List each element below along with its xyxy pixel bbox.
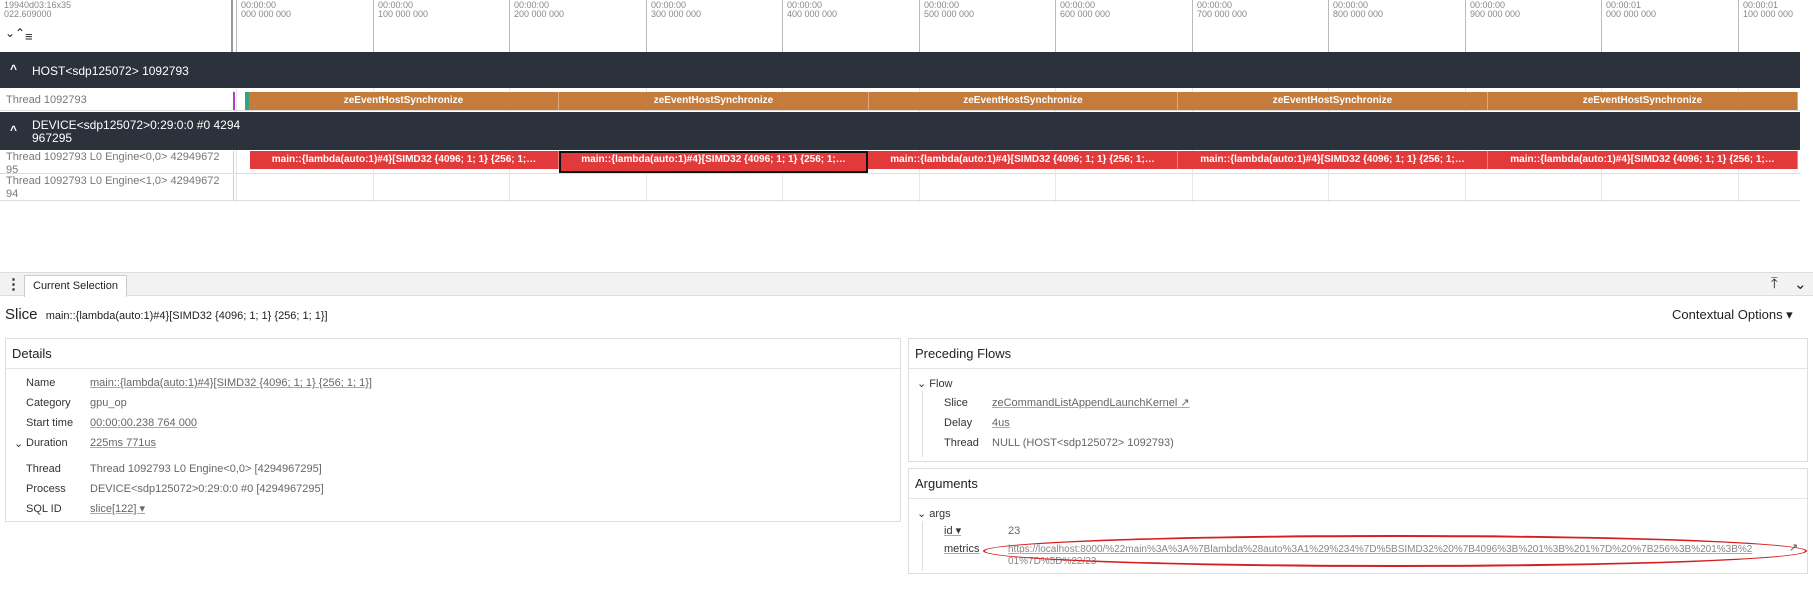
tick-label-ns: 100 000 000 xyxy=(1743,9,1794,19)
preceding-flows-header: Preceding Flows xyxy=(909,339,1807,369)
chevron-down-icon: ⌄ xyxy=(917,378,927,390)
ruler-tick: 00:00:00 800 000 000 xyxy=(1328,0,1383,52)
timeline-ruler[interactable]: 19940d03:16x35 022.609000 00:00:00 000 00… xyxy=(0,0,1813,52)
kebab-menu-icon[interactable]: ⋮ xyxy=(6,275,21,293)
sql-id-dropdown[interactable]: slice[122] ▾ xyxy=(90,503,145,516)
host-thread-name: Thread 1092793 xyxy=(6,94,87,106)
start-time-link[interactable]: 00:00:00.238 764 000 xyxy=(90,417,197,430)
arg-id-value: 23 xyxy=(1008,525,1021,537)
ruler-tick: 00:00:00 600 000 000 xyxy=(1055,0,1110,52)
ruler-tick: 00:00:00 000 000 000 xyxy=(236,0,291,52)
details-card: Details Name main::{lambda(auto:1)#4}[SI… xyxy=(5,338,901,522)
tree-line xyxy=(922,521,923,571)
track-separator xyxy=(233,175,234,200)
contextual-options-button[interactable]: Contextual Options ▾ xyxy=(1672,307,1793,323)
tick-label-ns: 000 000 000 xyxy=(1606,9,1657,19)
filter-icon[interactable]: ≡ xyxy=(25,29,33,44)
tick-label-ns: 600 000 000 xyxy=(1060,9,1111,19)
collapse-all-icon[interactable]: ⌄⌃ xyxy=(5,27,25,39)
chevron-down-icon: ⌄ xyxy=(917,508,927,520)
tick-label-ns: 100 000 000 xyxy=(378,9,429,19)
preceding-flows-card: Preceding Flows ⌄ Flow Slice zeCommandLi… xyxy=(908,338,1808,462)
tab-current-selection[interactable]: Current Selection xyxy=(24,275,127,297)
ruler-tick: 00:00:00 200 000 000 xyxy=(509,0,564,52)
device-group-label-2: 967295 xyxy=(32,131,73,145)
details-panel-bar: ⋮ Current Selection ⤒ ⌄ xyxy=(0,272,1813,297)
ruler-offset-bottom: 022.609000 xyxy=(4,9,52,19)
arg-id-key[interactable]: id ▾ xyxy=(944,525,961,538)
arguments-header: Arguments xyxy=(909,469,1807,499)
ruler-tick: 00:00:01 100 000 000 xyxy=(1738,0,1793,52)
selected-device-slice[interactable]: main::{lambda(auto:1)#4}[SIMD32 {4096; 1… xyxy=(559,151,868,173)
host-group-header[interactable]: ^ HOST<sdp125072> 1092793 xyxy=(0,52,1800,88)
host-slice[interactable]: zeEventHostSynchronize xyxy=(1488,92,1798,110)
duration-link[interactable]: 225ms 771us xyxy=(90,437,156,450)
metrics-url-continued: 01%7D%5D%22/23 xyxy=(1008,556,1097,567)
host-slice[interactable]: zeEventHostSynchronize xyxy=(869,92,1178,110)
device-group-header[interactable]: ^ DEVICE<sdp125072>0:29:0:0 #0 4294 9672… xyxy=(0,112,1800,150)
tree-line xyxy=(922,391,923,457)
arguments-card: Arguments ⌄ args id ▾ 23 metrics https:/… xyxy=(908,468,1808,574)
tick-label-ns: 500 000 000 xyxy=(924,9,975,19)
ruler-tick: 00:00:00 700 000 000 xyxy=(1192,0,1247,52)
ruler-tick: 00:00:00 400 000 000 xyxy=(782,0,837,52)
slice-name-link[interactable]: main::{lambda(auto:1)#4}[SIMD32 {4096; 1… xyxy=(90,377,372,390)
details-header: Details xyxy=(6,339,900,369)
device-slice[interactable]: main::{lambda(auto:1)#4}[SIMD32 {4096; 1… xyxy=(1178,151,1488,169)
selection-name: main::{lambda(auto:1)#4}[SIMD32 {4096; 1… xyxy=(45,310,328,322)
selection-title: Slice main::{lambda(auto:1)#4}[SIMD32 {4… xyxy=(5,306,328,323)
chevron-down-icon[interactable]: ⌄ xyxy=(1794,275,1807,293)
marker-purple xyxy=(233,92,235,110)
metrics-url-link[interactable]: https://localhost:8000/%22main%3A%3A%7Bl… xyxy=(1008,543,1752,556)
external-link-icon[interactable]: ↗ xyxy=(1789,542,1798,555)
tick-label-ns: 200 000 000 xyxy=(514,9,565,19)
engine1-name-1: Thread 1092793 L0 Engine<1,0> 42949672 xyxy=(6,175,220,187)
chevron-up-icon[interactable]: ^ xyxy=(10,62,17,76)
host-slice[interactable]: zeEventHostSynchronize xyxy=(559,92,869,110)
ruler-tick: 00:00:00 900 000 000 xyxy=(1465,0,1520,52)
device-slice[interactable]: main::{lambda(auto:1)#4}[SIMD32 {4096; 1… xyxy=(250,151,559,169)
host-group-label: HOST<sdp125072> 1092793 xyxy=(32,64,189,78)
chevron-down-icon[interactable]: ⌄ xyxy=(14,437,23,450)
tick-label-ns: 400 000 000 xyxy=(787,9,838,19)
arg-metrics-key[interactable]: metrics xyxy=(944,543,979,556)
flow-delay-link[interactable]: 4us xyxy=(992,417,1010,430)
ruler-tick: 00:00:00 300 000 000 xyxy=(646,0,701,52)
pin-top-icon[interactable]: ⤒ xyxy=(1771,275,1778,292)
engine1-name-2: 94 xyxy=(6,188,19,200)
engine0-name-1: Thread 1092793 L0 Engine<0,0> 42949672 xyxy=(6,151,220,163)
tick-label-ns: 800 000 000 xyxy=(1333,9,1384,19)
flow-group-toggle[interactable]: ⌄ Flow xyxy=(917,377,953,390)
ruler-tick: 00:00:01 000 000 000 xyxy=(1601,0,1656,52)
ruler-offset: 19940d03:16x35 022.609000 xyxy=(0,0,233,52)
host-slice[interactable]: zeEventHostSynchronize xyxy=(249,92,559,110)
args-group-toggle[interactable]: ⌄ args xyxy=(917,507,951,520)
device-slice[interactable]: main::{lambda(auto:1)#4}[SIMD32 {4096; 1… xyxy=(1488,151,1798,169)
tick-label-ns: 300 000 000 xyxy=(651,9,702,19)
selection-kind: Slice xyxy=(5,306,38,323)
tick-label-ns: 700 000 000 xyxy=(1197,9,1248,19)
flow-slice-link[interactable]: zeCommandListAppendLaunchKernel ↗ xyxy=(992,397,1190,410)
tick-label-ns: 000 000 000 xyxy=(241,9,292,19)
ruler-tick: 00:00:00 500 000 000 xyxy=(919,0,974,52)
ruler-tick: 00:00:00 100 000 000 xyxy=(373,0,428,52)
device-group-label-1: DEVICE<sdp125072>0:29:0:0 #0 4294 xyxy=(32,118,241,132)
chevron-up-icon[interactable]: ^ xyxy=(10,123,17,137)
device-slice[interactable]: main::{lambda(auto:1)#4}[SIMD32 {4096; 1… xyxy=(868,151,1178,169)
engine0-track[interactable]: Thread 1092793 L0 Engine<0,0> 42949672 9… xyxy=(0,151,1800,176)
tick-label-ns: 900 000 000 xyxy=(1470,9,1521,19)
host-slice[interactable]: zeEventHostSynchronize xyxy=(1178,92,1488,110)
track-separator xyxy=(233,151,234,173)
host-thread-track[interactable]: Thread 1092793 zeEventHostSynchronize zeE… xyxy=(0,91,1800,111)
engine1-track[interactable]: Thread 1092793 L0 Engine<1,0> 42949672 9… xyxy=(0,175,1800,201)
